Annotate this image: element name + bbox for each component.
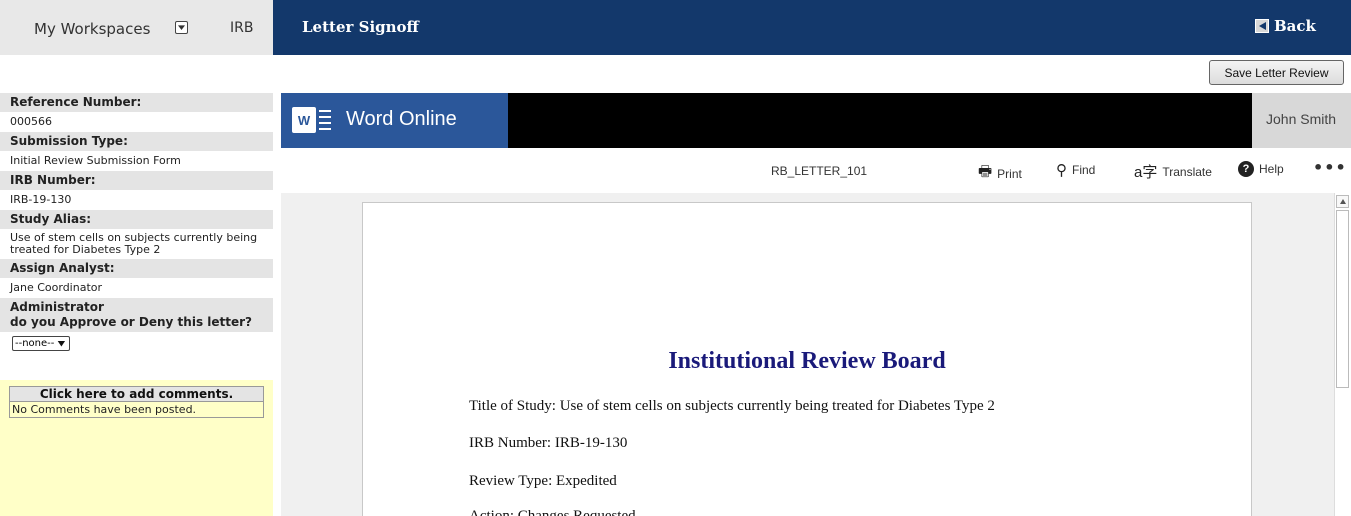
translate-button[interactable]: a字 Translate xyxy=(1134,161,1212,182)
print-label: Print xyxy=(997,166,1022,181)
help-icon: ? xyxy=(1238,161,1254,177)
print-button[interactable]: 🖶 Print xyxy=(978,161,1022,186)
irb-number-label: IRB Number: xyxy=(0,171,273,190)
study-alias-value: Use of stem cells on subjects currently … xyxy=(10,231,258,256)
word-logo-icon: W xyxy=(292,107,316,133)
document-heading: Institutional Review Board xyxy=(668,348,946,374)
administrator-label-line1: Administrator xyxy=(10,300,104,314)
workspaces-dropdown-icon[interactable] xyxy=(175,21,188,34)
save-letter-review-button[interactable]: Save Letter Review xyxy=(1209,60,1344,85)
document-irb-line: IRB Number: IRB-19-130 xyxy=(469,435,628,451)
user-name: John Smith xyxy=(1266,111,1337,127)
scrollbar-thumb[interactable] xyxy=(1336,210,1349,388)
submission-details-panel: Reference Number: 000566 Submission Type… xyxy=(0,93,273,516)
add-comments-button[interactable]: Click here to add comments. xyxy=(9,386,264,402)
printer-icon: 🖶 xyxy=(978,163,993,180)
document-action-line: Action: Changes Requested xyxy=(469,508,636,516)
chevron-down-icon xyxy=(57,340,66,347)
help-button[interactable]: ? Help xyxy=(1238,161,1284,177)
translate-icon: a字 xyxy=(1134,164,1158,181)
administrator-label: Administrator do you Approve or Deny thi… xyxy=(0,298,273,332)
assign-analyst-label: Assign Analyst: xyxy=(0,259,273,278)
submission-type-label: Submission Type: xyxy=(0,132,273,151)
document-title-line: Title of Study: Use of stem cells on sub… xyxy=(469,398,995,414)
back-arrow-icon xyxy=(1255,19,1269,33)
word-logo-lines-icon xyxy=(319,110,331,130)
assign-analyst-value: Jane Coordinator xyxy=(10,281,103,294)
comments-status: No Comments have been posted. xyxy=(9,402,264,418)
my-workspaces-link[interactable]: My Workspaces xyxy=(34,20,150,38)
document-review-line: Review Type: Expedited xyxy=(469,473,617,489)
back-label: Back xyxy=(1274,17,1316,35)
submission-type-value: Initial Review Submission Form xyxy=(10,154,181,167)
more-options-button[interactable]: ••• xyxy=(1313,158,1347,177)
document-name[interactable]: RB_LETTER_101 xyxy=(771,164,867,178)
tab-irb[interactable]: IRB xyxy=(230,20,253,36)
translate-label: Translate xyxy=(1162,164,1212,179)
irb-number-value: IRB-19-130 xyxy=(10,193,72,206)
find-label: Find xyxy=(1072,163,1096,177)
study-alias-label: Study Alias: xyxy=(0,210,273,229)
back-button[interactable]: Back xyxy=(1255,17,1316,35)
page-title: Letter Signoff xyxy=(302,18,419,36)
find-button[interactable]: ⚲ Find xyxy=(1056,161,1095,179)
search-icon: ⚲ xyxy=(1056,162,1067,179)
header-bar xyxy=(273,0,1351,55)
decision-select[interactable]: --none-- xyxy=(12,336,70,351)
decision-select-value: --none-- xyxy=(15,338,55,349)
word-app-name: Word Online xyxy=(346,108,457,130)
administrator-label-line2: do you Approve or Deny this letter? xyxy=(10,315,253,329)
reference-number-value: 000566 xyxy=(10,115,52,128)
reference-number-label: Reference Number: xyxy=(0,93,273,112)
comments-panel: Click here to add comments. No Comments … xyxy=(0,380,273,516)
help-label: Help xyxy=(1259,162,1284,176)
scroll-up-arrow-icon[interactable] xyxy=(1336,195,1349,208)
